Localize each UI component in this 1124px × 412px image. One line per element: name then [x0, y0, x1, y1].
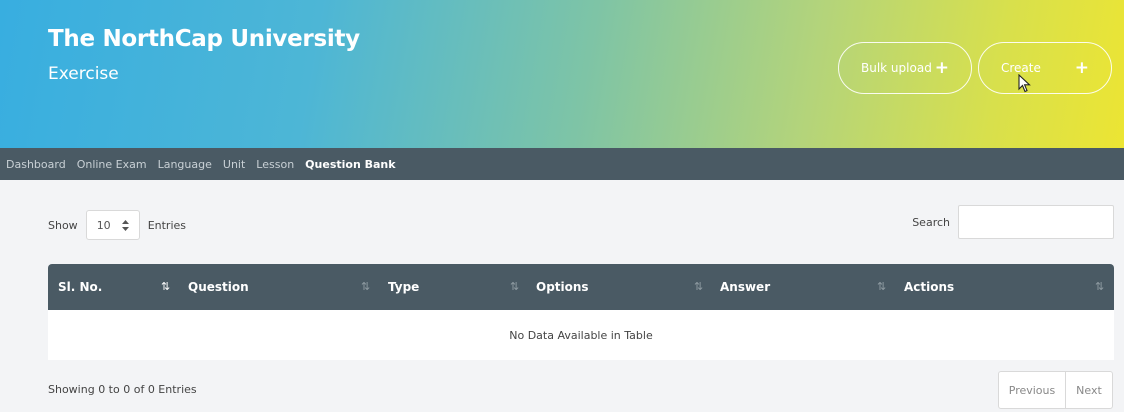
sort-arrows-icon[interactable]: ⇅ [161, 280, 170, 293]
sort-arrows-icon[interactable]: ⇅ [361, 280, 370, 293]
mouse-pointer-icon [1018, 74, 1031, 93]
next-button[interactable]: Next [1066, 372, 1112, 408]
entries-select[interactable]: 10 [85, 210, 140, 240]
column-answer[interactable]: Answer [720, 280, 770, 294]
main-nav: Dashboard Online Exam Language Unit Less… [0, 148, 1124, 180]
page-header: The NorthCap University Exercise Bulk up… [0, 0, 1124, 148]
column-actions[interactable]: Actions [904, 280, 954, 294]
column-options[interactable]: Options [536, 280, 589, 294]
page-subtitle: Exercise [48, 64, 119, 84]
empty-table-row: No Data Available in Table [48, 310, 1114, 360]
table-header: Sl. No. ⇅ Question ⇅ Type ⇅ Options ⇅ An… [48, 264, 1114, 310]
previous-button[interactable]: Previous [999, 372, 1066, 408]
empty-table-message: No Data Available in Table [509, 328, 653, 342]
search-label: Search [912, 215, 950, 229]
sort-arrows-icon[interactable]: ⇅ [1095, 280, 1104, 293]
nav-item-dashboard[interactable]: Dashboard [6, 158, 66, 171]
create-label: Create [1001, 61, 1041, 75]
plus-icon: + [934, 58, 949, 78]
column-type[interactable]: Type [388, 280, 419, 294]
search-input[interactable] [958, 205, 1114, 239]
column-question[interactable]: Question [188, 280, 249, 294]
show-label: Show [48, 218, 78, 232]
nav-item-question-bank[interactable]: Question Bank [305, 158, 395, 171]
nav-item-language[interactable]: Language [158, 158, 212, 171]
question-table: Sl. No. ⇅ Question ⇅ Type ⇅ Options ⇅ An… [48, 264, 1114, 360]
pagination: Previous Next [998, 371, 1113, 409]
nav-item-lesson[interactable]: Lesson [256, 158, 294, 171]
entries-label: Entries [147, 218, 186, 232]
plus-icon: + [1074, 58, 1089, 78]
bulk-upload-label: Bulk upload [861, 61, 932, 75]
bulk-upload-button[interactable]: Bulk upload + [838, 42, 972, 94]
nav-item-unit[interactable]: Unit [223, 158, 245, 171]
sort-arrows-icon[interactable]: ⇅ [510, 280, 519, 293]
entries-length-control: Show 10 Entries [48, 210, 186, 240]
university-title: The NorthCap University [48, 26, 360, 52]
create-button[interactable]: Create + [978, 42, 1112, 94]
column-sl-no[interactable]: Sl. No. [58, 280, 102, 294]
sort-arrows-icon[interactable]: ⇅ [694, 280, 703, 293]
entries-value: 10 [96, 218, 111, 232]
sort-arrows-icon[interactable]: ⇅ [877, 280, 886, 293]
select-arrows-icon [121, 219, 129, 231]
search-control: Search [912, 205, 1114, 239]
nav-item-online-exam[interactable]: Online Exam [77, 158, 147, 171]
table-info: Showing 0 to 0 of 0 Entries [48, 383, 197, 396]
